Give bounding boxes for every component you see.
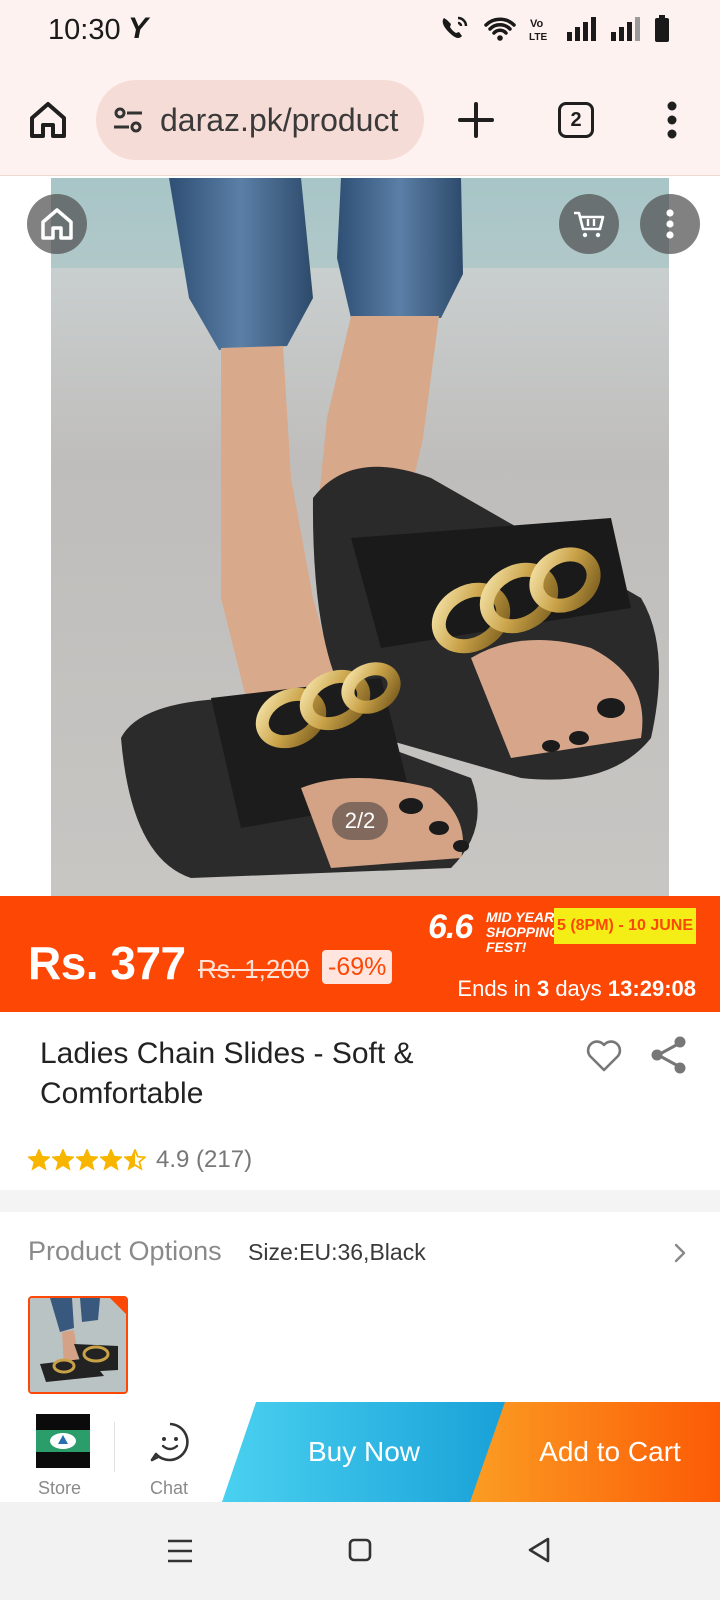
promo-title: 6.6 (428, 908, 473, 946)
chat-label[interactable]: Chat (150, 1478, 188, 1499)
url-text[interactable]: daraz.pk/product (160, 102, 398, 139)
buy-now-button[interactable]: Buy Now (222, 1402, 506, 1502)
rating-value: 4.9 (156, 1146, 190, 1173)
svg-text:LTE: LTE (529, 32, 547, 42)
gallery-page-counter: 2/2 (332, 802, 388, 840)
cart-icon (574, 211, 605, 238)
new-tab-icon[interactable] (454, 98, 498, 142)
volte-icon: Vo LTE (529, 18, 547, 42)
product-options[interactable]: Product Options Size:EU:36,Black (0, 1212, 720, 1402)
countdown-prefix: Ends in (457, 976, 531, 1001)
section-divider (0, 1190, 720, 1212)
star-icon (100, 1149, 122, 1171)
rating-row[interactable]: 4.9 (217) (28, 1146, 252, 1174)
product-gallery[interactable]: 2/2 (0, 178, 720, 896)
wifi-icon (484, 17, 516, 41)
carrier-glyph: Y (128, 12, 149, 45)
svg-text:Vo: Vo (530, 18, 544, 30)
variant-image (30, 1298, 126, 1392)
home-icon[interactable] (26, 98, 70, 142)
star-icon (28, 1149, 50, 1171)
chevron-right-icon[interactable] (670, 1240, 690, 1266)
more-icon (666, 209, 674, 239)
star-icon (76, 1149, 98, 1171)
rating-text: 4.9 (217) (156, 1146, 252, 1174)
status-time: 10:30 (48, 14, 121, 46)
price-banner: Rs. 377 Rs. 1,200 -69% 6.6 MID YEAR SHOP… (0, 896, 720, 1012)
gallery-cart-button[interactable] (559, 194, 619, 254)
heart-icon[interactable] (584, 1036, 624, 1076)
site-settings-icon[interactable] (112, 106, 144, 134)
add-to-cart-button[interactable]: Add to Cart (470, 1402, 720, 1502)
variant-thumbnail[interactable] (28, 1296, 128, 1394)
action-bar: Store Chat Buy Now Add to Cart (0, 1402, 720, 1502)
discount-badge: -69% (322, 950, 393, 984)
product-photo[interactable] (51, 178, 669, 896)
original-price: Rs. 1,200 (198, 954, 310, 984)
status-icons: Vo LTE (438, 14, 670, 44)
separator (114, 1422, 115, 1472)
store-logo-icon (36, 1414, 90, 1468)
overflow-menu-icon[interactable] (664, 98, 680, 142)
share-icon[interactable] (648, 1034, 690, 1076)
store-button[interactable] (36, 1414, 90, 1468)
signal-icon (567, 17, 596, 41)
store-label[interactable]: Store (38, 1478, 81, 1499)
current-price: Rs. 377 (28, 937, 186, 989)
product-info: Ladies Chain Slides - Soft & Comfortable… (0, 1012, 720, 1190)
star-rating (28, 1149, 146, 1171)
gallery-more-button[interactable] (640, 194, 700, 254)
options-label: Product Options (28, 1236, 222, 1266)
promo-dates: 5 (8PM) - 10 JUNE (554, 908, 696, 944)
review-count: (217) (196, 1146, 253, 1173)
chat-icon[interactable] (148, 1420, 192, 1464)
status-bar: 10:30 Y Vo LTE (0, 0, 720, 64)
gallery-home-button[interactable] (27, 194, 87, 254)
battery-icon (655, 15, 669, 42)
home-icon (41, 208, 73, 240)
wifi-calling-icon (442, 16, 468, 38)
options-value: Size:EU:36,Black (248, 1239, 426, 1265)
countdown-time: 13:29:08 (607, 976, 696, 1001)
countdown-days: 3 (536, 976, 550, 1001)
star-icon (52, 1149, 74, 1171)
address-bar[interactable]: daraz.pk/product (96, 80, 424, 160)
browser-toolbar: daraz.pk/product 2 (0, 64, 720, 176)
tabs-icon[interactable]: 2 (558, 102, 594, 138)
countdown-days-label: days (555, 976, 602, 1001)
nav-home-icon[interactable] (348, 1538, 372, 1562)
system-nav-bar (0, 1502, 720, 1600)
back-icon[interactable] (526, 1536, 552, 1564)
signal-icon (611, 17, 640, 41)
promo-subtitle: MID YEAR SHOPPING FEST! (486, 909, 560, 955)
tab-count: 2 (570, 109, 582, 131)
recents-icon[interactable] (166, 1538, 194, 1564)
star-icon (124, 1149, 146, 1171)
promo-countdown: Ends in 3 days 13:29:08 (457, 976, 696, 1002)
product-title: Ladies Chain Slides - Soft & Comfortable (40, 1037, 414, 1110)
